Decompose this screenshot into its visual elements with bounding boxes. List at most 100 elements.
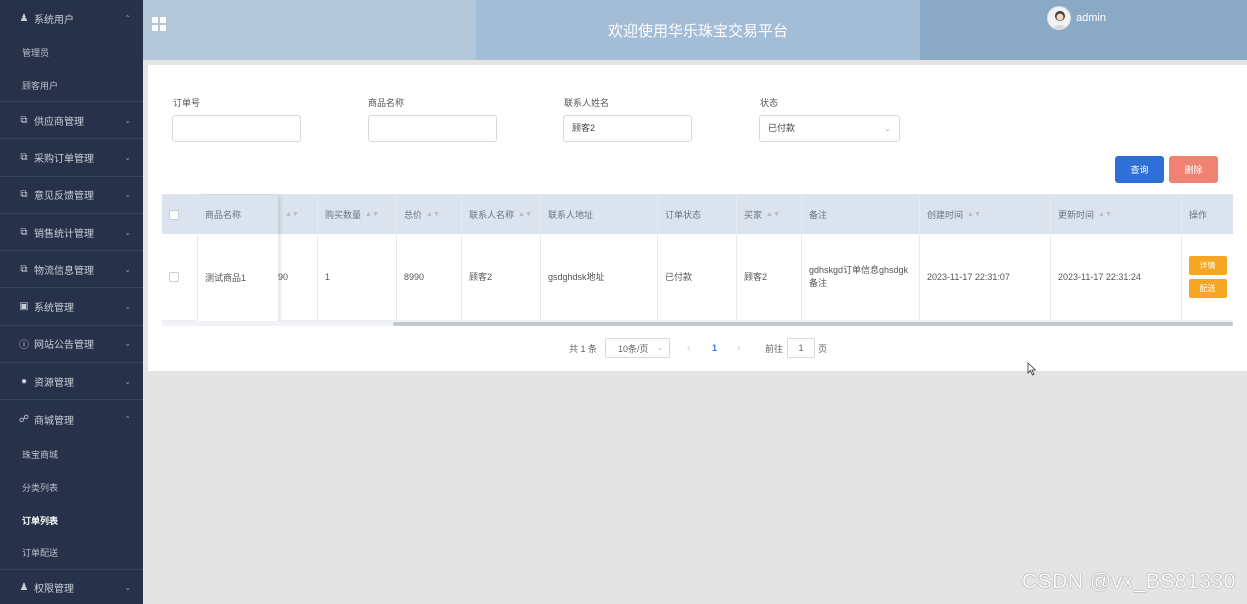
- status-select[interactable]: 已付款 ⌄: [759, 115, 900, 142]
- col-total[interactable]: 总价 ▲▼: [397, 195, 462, 234]
- product-name-label: 商品名称: [368, 98, 405, 108]
- cell-updated-at: 2023-11-17 22:31:24: [1051, 234, 1182, 320]
- info-icon: ⓘ: [19, 340, 29, 352]
- sidebar-subitem-jewelry-mall[interactable]: 珠宝商城: [0, 438, 143, 471]
- detail-button[interactable]: 详情: [1188, 256, 1227, 275]
- sidebar-item-logistics[interactable]: ⧉ 物流信息管理 ⌄: [0, 251, 143, 289]
- col-purchase-qty[interactable]: 购买数量 ▲▼: [318, 195, 397, 234]
- orders-table: ▲▼ 购买数量 ▲▼ 总价 ▲▼ 联系人名称 ▲▼ 联系人地址 订单状态 买家 ▲▼ 备…: [162, 194, 1233, 326]
- col-label: 总价: [404, 210, 423, 220]
- order-no-input[interactable]: [172, 115, 301, 142]
- status-select-value: 已付款: [768, 123, 796, 133]
- sort-icon: ▲▼: [967, 211, 981, 218]
- sidebar-subitem-label: 管理员: [22, 48, 50, 58]
- sidebar: ♟ 系统用户 ⌃ 管理员 顾客用户 ⧉ 供应商管理 ⌄ ⧉ 采购订单管理 ⌄ ⧉…: [0, 0, 143, 604]
- select-all-checkbox[interactable]: [169, 209, 179, 220]
- page-size-select[interactable]: 10条/页 ⌄: [605, 338, 670, 358]
- table-header: ▲▼ 购买数量 ▲▼ 总价 ▲▼ 联系人名称 ▲▼ 联系人地址 订单状态 买家 ▲▼ 备…: [162, 195, 1233, 234]
- query-button[interactable]: 查询: [1115, 156, 1164, 183]
- pagination-total: 共 1 条: [569, 343, 598, 354]
- chevron-down-icon: ⌄: [124, 115, 131, 125]
- table-row: 90 1 8990 顾客2 gsdghdsk地址 已付款 顾客2 gdhskgd…: [162, 234, 1233, 321]
- sidebar-item-label: 销售统计管理: [34, 228, 94, 240]
- col-label: 买家: [744, 210, 763, 220]
- sidebar-item-label: 物流信息管理: [34, 265, 94, 277]
- sidebar-subitem-category-list[interactable]: 分类列表: [0, 471, 143, 504]
- col-actions: 操作: [1182, 195, 1233, 234]
- sort-icon: ▲▼: [365, 211, 379, 218]
- product-name-input[interactable]: [368, 115, 497, 142]
- order-no-label: 订单号: [173, 98, 201, 108]
- sidebar-item-sales-stats[interactable]: ⧉ 销售统计管理 ⌄: [0, 214, 143, 252]
- col-label: 联系人名称: [469, 210, 515, 220]
- external-link-icon: ⧉: [20, 114, 28, 126]
- sidebar-item-label: 资源管理: [34, 377, 74, 389]
- prev-page-icon[interactable]: ‹: [687, 338, 690, 358]
- ship-button[interactable]: 配送: [1188, 279, 1227, 298]
- chevron-down-icon: ⌄: [124, 583, 131, 593]
- cell-purchase-qty: 1: [318, 234, 397, 320]
- sidebar-item-feedback[interactable]: ⧉ 意见反馈管理 ⌄: [0, 177, 143, 214]
- sort-icon: ▲▼: [766, 211, 780, 218]
- next-page-icon[interactable]: ›: [737, 338, 740, 358]
- sidebar-item-label: 供应商管理: [34, 116, 84, 128]
- col-order-status: 订单状态: [658, 195, 737, 234]
- user-icon: ♟: [19, 12, 29, 24]
- header-user[interactable]: admin: [920, 0, 1247, 60]
- delete-button[interactable]: 删除: [1169, 156, 1218, 183]
- sidebar-subitem-admin[interactable]: 管理员: [0, 36, 143, 69]
- top-header: 欢迎使用华乐珠宝交易平台 admin: [143, 0, 1247, 60]
- mouse-pointer-icon: [1027, 362, 1037, 376]
- sidebar-item-resources[interactable]: ● 资源管理 ⌄: [0, 363, 143, 401]
- sidebar-item-label: 权限管理: [34, 584, 74, 596]
- col-product-name: 商品名称: [198, 195, 278, 234]
- username: admin: [1076, 12, 1106, 24]
- chevron-down-icon: ⌄: [124, 339, 131, 349]
- sidebar-item-purchase-orders[interactable]: ⧉ 采购订单管理 ⌄: [0, 139, 143, 177]
- sidebar-item-system-management[interactable]: ▣ 系统管理 ⌄: [0, 288, 143, 326]
- cell-total: 8990: [397, 234, 462, 320]
- sidebar-subitem-customer-users[interactable]: 顾客用户: [0, 69, 143, 102]
- sidebar-item-announcements[interactable]: ⓘ 网站公告管理 ⌄: [0, 326, 143, 364]
- cell-order-status: 已付款: [658, 234, 737, 320]
- contact-name-value: 顾客2: [572, 123, 596, 133]
- cell-product-name: 测试商品1: [205, 273, 247, 283]
- horizontal-scrollbar-thumb[interactable]: [393, 322, 1233, 326]
- location-pin-icon: ●: [20, 375, 28, 387]
- chevron-down-icon: ⌄: [124, 190, 131, 200]
- col-label: 联系人地址: [548, 210, 594, 220]
- col-buyer[interactable]: 买家 ▲▼: [737, 195, 802, 234]
- chevron-up-icon: ⌃: [124, 414, 131, 424]
- col-updated-at[interactable]: 更新时间 ▲▼: [1051, 195, 1182, 234]
- col-price-partial[interactable]: ▲▼: [278, 195, 318, 234]
- select-all-cell: [162, 195, 198, 234]
- cell-created-at: 2023-11-17 22:31:07: [920, 234, 1051, 320]
- col-contact-address: 联系人地址: [541, 195, 658, 234]
- user-icon: ♟: [19, 582, 29, 594]
- sidebar-item-label: 意见反馈管理: [34, 191, 94, 203]
- avatar[interactable]: [1047, 6, 1071, 30]
- menu-grid-icon[interactable]: [152, 17, 166, 31]
- sidebar-subitem-order-delivery[interactable]: 订单配送: [0, 537, 143, 570]
- chevron-down-icon: ⌄: [124, 264, 131, 274]
- page-number-current[interactable]: 1: [712, 338, 717, 358]
- col-contact-name[interactable]: 联系人名称 ▲▼: [462, 195, 541, 234]
- cell-actions: 详情 配送: [1182, 234, 1233, 320]
- sidebar-item-supplier[interactable]: ⧉ 供应商管理 ⌄: [0, 102, 143, 140]
- sidebar-subitem-label: 订单配送: [22, 548, 59, 559]
- sidebar-item-permissions[interactable]: ♟ 权限管理 ⌄: [0, 570, 143, 604]
- col-label: 更新时间: [1058, 210, 1095, 220]
- status-label: 状态: [760, 98, 779, 108]
- goto-page-input[interactable]: 1: [787, 338, 815, 358]
- fixed-product-name-column: 商品名称 测试商品1: [198, 195, 278, 321]
- col-created-at[interactable]: 创建时间 ▲▼: [920, 195, 1051, 234]
- col-label: 操作: [1189, 210, 1208, 220]
- sidebar-item-label: 商城管理: [34, 415, 74, 427]
- sidebar-subitem-order-list[interactable]: 订单列表: [0, 504, 143, 537]
- cell-contact-name: 顾客2: [462, 234, 541, 320]
- sidebar-item-mall[interactable]: ☍ 商城管理 ⌃: [0, 400, 143, 437]
- chevron-down-icon: ⌄: [124, 376, 131, 386]
- sidebar-item-system-users[interactable]: ♟ 系统用户 ⌃: [0, 0, 143, 36]
- contact-name-input[interactable]: 顾客2: [563, 115, 692, 142]
- row-checkbox[interactable]: [169, 272, 179, 282]
